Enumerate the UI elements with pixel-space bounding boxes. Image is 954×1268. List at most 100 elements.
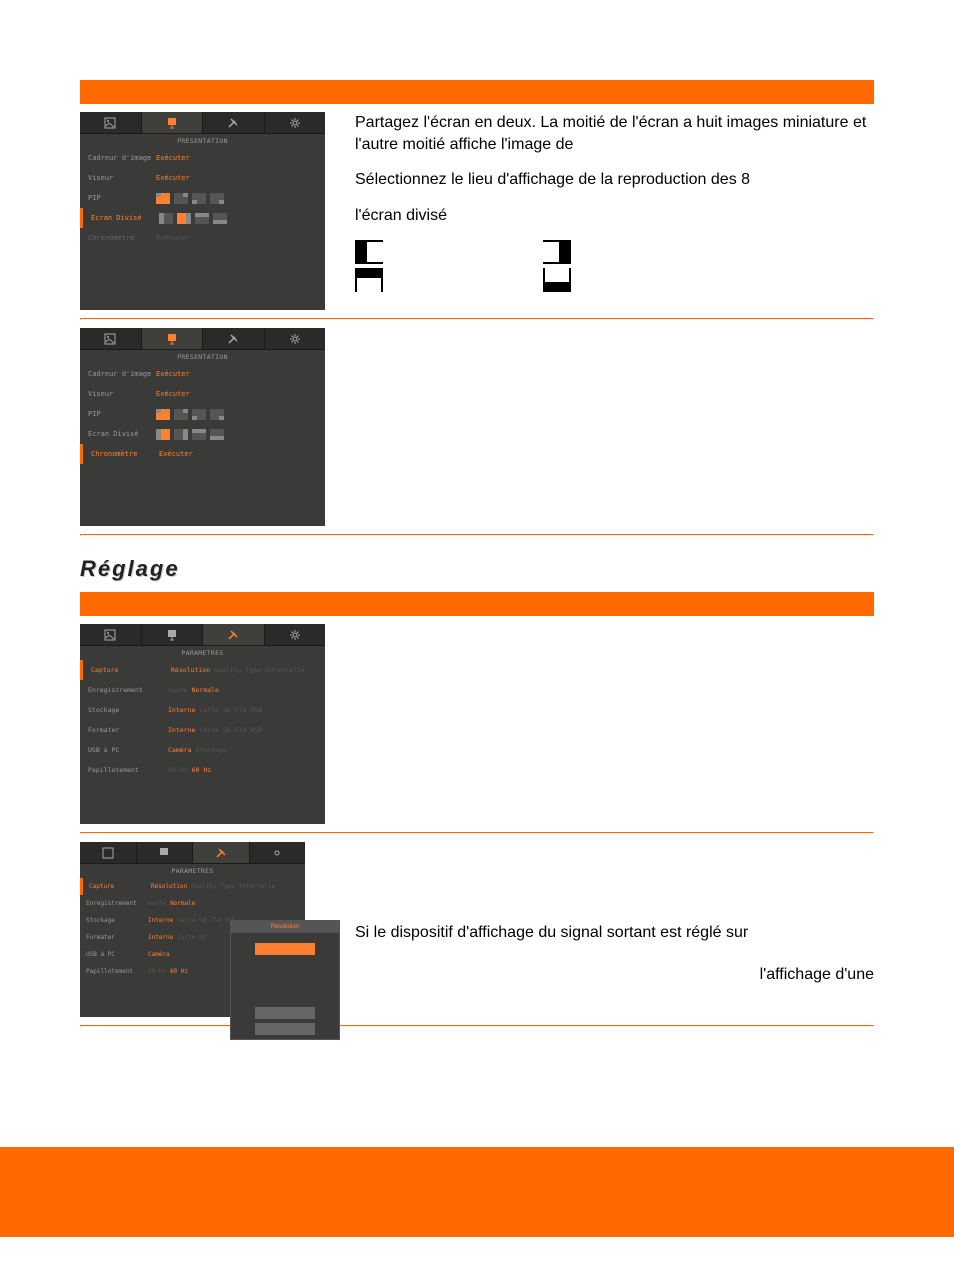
menu-row-papillotement[interactable]: Papillotement50 Hz60 Hz [80, 760, 325, 780]
menu-row-usb-pc[interactable]: USB à PCCaméraStockage [80, 740, 325, 760]
row-chronometre: PRESENTATION Cadreur d'imageExécuter Vis… [80, 320, 874, 534]
page: PRESENTATION Cadreur d'imageExécuter Vis… [0, 0, 954, 1027]
menu-tabs [80, 328, 325, 350]
menu-row-cadreur[interactable]: Cadreur d'imageExécuter [80, 148, 325, 168]
split-icon-top [355, 268, 383, 292]
description-resolution: Si le dispositif d'affichage du signal s… [355, 842, 874, 1007]
tab-settings[interactable] [250, 842, 306, 863]
pip-bottom-right-icon[interactable] [210, 409, 224, 420]
tab-image[interactable] [80, 112, 142, 133]
row-split-screen: PRESENTATION Cadreur d'imageExécuter Vis… [80, 104, 874, 318]
tab-tools[interactable] [203, 328, 265, 349]
split-icon-bottom [543, 268, 571, 292]
desc-text: Partagez l'écran en deux. La moitié de l… [355, 112, 874, 155]
settings-icon [289, 629, 301, 641]
menu-screenshot-parametres: PARAMETRES CaptureRésolutionQualityTypeI… [80, 624, 325, 824]
pip-top-left-icon[interactable] [156, 409, 170, 420]
tab-presentation[interactable] [142, 328, 204, 349]
dialog-button[interactable] [255, 1007, 315, 1019]
desc-text: Si le dispositif d'affichage du signal s… [355, 922, 874, 944]
menu-row-stockage[interactable]: StockageInterneCarte SDClé USB [80, 700, 325, 720]
menu-tabs [80, 112, 325, 134]
page-footer [0, 1147, 954, 1237]
split-icon-left [355, 240, 383, 264]
menu-row-chronometre[interactable]: ChronomètreExécuter [80, 444, 325, 464]
dialog-option[interactable] [255, 943, 315, 955]
presentation-icon [166, 333, 178, 345]
menu-row-capture[interactable]: CaptureRésolutionQualityTypeIntervalle [80, 660, 325, 680]
pip-top-left-icon[interactable] [156, 193, 170, 204]
tools-icon [227, 629, 239, 641]
menu-row-enregistrement[interactable]: EnregistrementHauteNormale [80, 895, 305, 912]
dialog-body [231, 933, 339, 1003]
image-icon [102, 847, 114, 859]
tab-tools[interactable] [203, 624, 265, 645]
section-divider [80, 592, 874, 616]
image-icon [104, 333, 116, 345]
tab-presentation[interactable] [142, 624, 204, 645]
row-resolution-dialog: PARAMETRES CaptureRésolutionQualityTypeI… [80, 834, 874, 1025]
dialog-title: Résolution [231, 921, 339, 933]
settings-icon [289, 333, 301, 345]
image-icon [104, 629, 116, 641]
menu-section-title: PARAMETRES [80, 864, 305, 878]
menu-tabs [80, 624, 325, 646]
menu-screenshot-presentation-chrono: PRESENTATION Cadreur d'imageExécuter Vis… [80, 328, 325, 526]
presentation-icon [166, 629, 178, 641]
split-right-icon[interactable] [177, 213, 191, 224]
split-bottom-icon[interactable] [210, 429, 224, 440]
tools-icon [215, 847, 227, 859]
row-parametres: PARAMETRES CaptureRésolutionQualityTypeI… [80, 616, 874, 832]
pip-top-right-icon[interactable] [174, 193, 188, 204]
desc-text: l'affichage d'une [355, 964, 874, 986]
tab-tools[interactable] [203, 112, 265, 133]
pip-top-right-icon[interactable] [174, 409, 188, 420]
desc-text: l'écran divisé [355, 205, 874, 227]
menu-row-ecran-divise[interactable]: Ecran Divisé [80, 208, 325, 228]
presentation-icon [166, 117, 178, 129]
desc-text: Sélectionnez le lieu d'affichage de la r… [355, 169, 874, 191]
tab-presentation[interactable] [137, 842, 194, 863]
menu-row-pip[interactable]: PIP [80, 188, 325, 208]
tab-image[interactable] [80, 328, 142, 349]
menu-row-formater[interactable]: FormaterInterneCarte SDClé USB [80, 720, 325, 740]
tools-icon [227, 333, 239, 345]
divider [80, 534, 874, 536]
split-top-icon[interactable] [195, 213, 209, 224]
menu-row-ecran-divise[interactable]: Ecran Divisé [80, 424, 325, 444]
menu-row-capture[interactable]: CaptureRésolutionQualityTypeIntervalle [80, 878, 305, 895]
tab-settings[interactable] [265, 624, 326, 645]
menu-section-title: PRESENTATION [80, 134, 325, 148]
menu-section-title: PRESENTATION [80, 350, 325, 364]
split-top-icon[interactable] [192, 429, 206, 440]
tab-image[interactable] [80, 624, 142, 645]
menu-screenshot-presentation-split: PRESENTATION Cadreur d'imageExécuter Vis… [80, 112, 325, 310]
split-right-icon[interactable] [174, 429, 188, 440]
split-icon-grid [355, 240, 874, 296]
menu-row-pip[interactable]: PIP [80, 404, 325, 424]
menu-tabs [80, 842, 305, 864]
tab-settings[interactable] [265, 112, 326, 133]
menu-row-cadreur[interactable]: Cadreur d'imageExécuter [80, 364, 325, 384]
pip-bottom-left-icon[interactable] [192, 409, 206, 420]
menu-row-enregistrement[interactable]: EnregistrementHauteNormale [80, 680, 325, 700]
tab-settings[interactable] [265, 328, 326, 349]
split-left-icon[interactable] [159, 213, 173, 224]
split-bottom-icon[interactable] [213, 213, 227, 224]
split-icon-right [543, 240, 571, 264]
dialog-button[interactable] [255, 1023, 315, 1035]
menu-section-title: PARAMETRES [80, 646, 325, 660]
pip-bottom-left-icon[interactable] [192, 193, 206, 204]
menu-row-viseur[interactable]: ViseurExécuter [80, 384, 325, 404]
screenshot-with-dialog: PARAMETRES CaptureRésolutionQualityTypeI… [80, 842, 325, 1017]
pip-bottom-right-icon[interactable] [210, 193, 224, 204]
tab-image[interactable] [80, 842, 137, 863]
split-left-icon[interactable] [156, 429, 170, 440]
menu-row-chronometre[interactable]: ChronomètreExécuter [80, 228, 325, 248]
tab-presentation[interactable] [142, 112, 204, 133]
description-split: Partagez l'écran en deux. La moitié de l… [355, 112, 874, 296]
tab-tools[interactable] [193, 842, 250, 863]
heading-reglage: Réglage [80, 556, 874, 582]
settings-icon [271, 847, 283, 859]
menu-row-viseur[interactable]: ViseurExécuter [80, 168, 325, 188]
